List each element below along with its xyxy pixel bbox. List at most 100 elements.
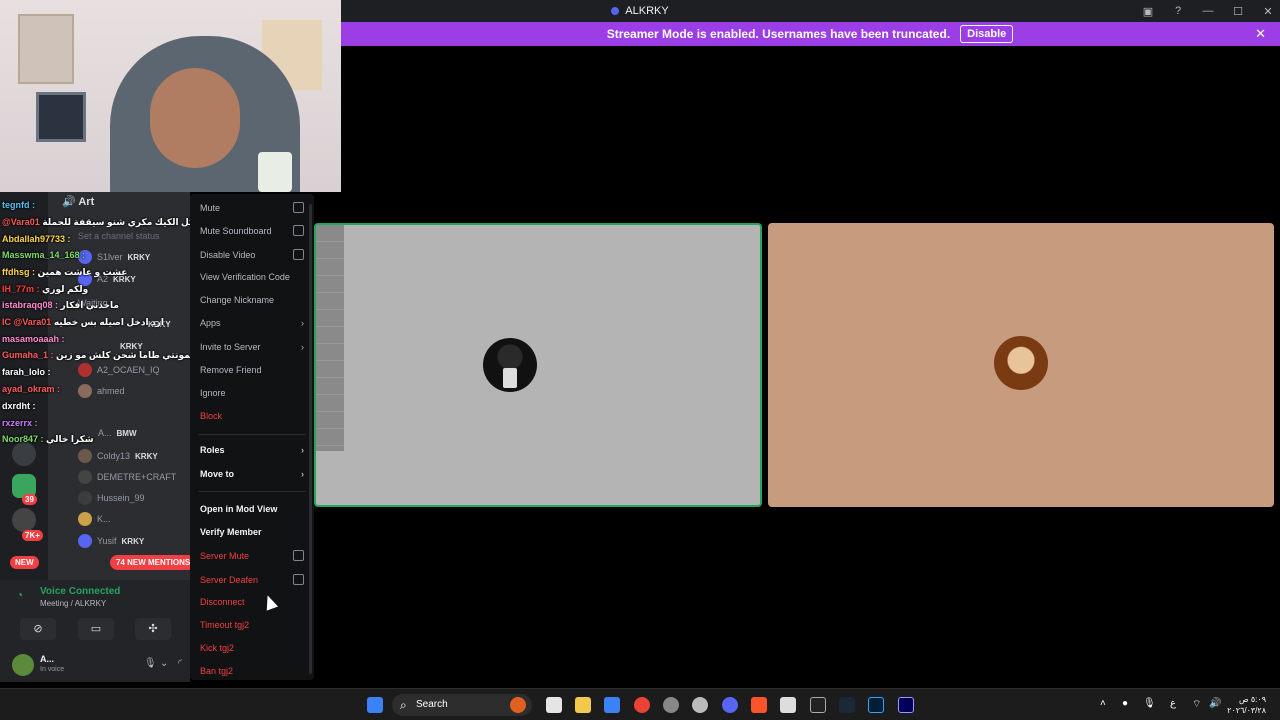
taskbar-clock[interactable]: ٥:٠٩ ص ٢٠٢٦/٠٣/٢٨	[1227, 694, 1266, 716]
menu-item-roles[interactable]: Roles ›	[200, 445, 304, 455]
screen-share-icon[interactable]: ▣	[1136, 5, 1160, 18]
menu-item-apps[interactable]: Apps ›	[200, 318, 304, 328]
avatar	[78, 491, 92, 505]
voice-location-label[interactable]: Meeting / ALKRKY	[40, 599, 106, 608]
menu-item-disconnect[interactable]: Disconnect	[200, 597, 304, 607]
disable-streamer-mode-button[interactable]: Disable	[960, 25, 1014, 43]
file-explorer-icon[interactable]	[575, 697, 591, 713]
clock-date: ٢٠٢٦/٠٣/٢٨	[1227, 706, 1266, 715]
discord-taskbar-icon[interactable]	[722, 697, 738, 713]
menu-item-block[interactable]: Block	[200, 411, 304, 421]
menu-item-verify-member[interactable]: Verify Member	[200, 527, 304, 537]
activities-button[interactable]: ✣	[135, 618, 171, 640]
app-icon[interactable]	[663, 697, 679, 713]
windows-start-icon[interactable]	[367, 697, 383, 713]
store-icon[interactable]	[604, 697, 620, 713]
member-item[interactable]: S1lver KRKY	[78, 250, 150, 264]
channel-status-placeholder[interactable]: Set a channel status	[78, 231, 160, 241]
steam-icon[interactable]	[692, 697, 708, 713]
language-indicator[interactable]: ع	[1170, 698, 1176, 709]
volume-icon[interactable]: 🔊	[1209, 698, 1221, 709]
new-pill[interactable]: NEW	[10, 556, 39, 569]
task-view-icon[interactable]	[546, 697, 562, 713]
avatar[interactable]	[12, 654, 34, 676]
chat-username: masamoaaah :	[2, 334, 65, 344]
chat-line: rxzerrx :	[2, 418, 38, 428]
checkbox[interactable]	[293, 202, 304, 213]
video-tile[interactable]	[768, 223, 1274, 507]
steam-client-icon[interactable]	[839, 697, 855, 713]
member-item[interactable]: Hussein_99	[78, 491, 145, 505]
menu-item-move-to[interactable]: Move to ›	[200, 469, 304, 479]
window-controls: ▣ ? — ☐ ✕	[1130, 0, 1280, 22]
checkbox[interactable]	[293, 249, 304, 260]
menu-separator	[198, 491, 306, 492]
server-icon[interactable]	[12, 442, 36, 466]
menu-item-mute-soundboard[interactable]: Mute Soundboard	[200, 225, 304, 236]
menu-item-label: Mute	[200, 202, 221, 213]
menu-item-open-in-mod-view[interactable]: Open in Mod View	[200, 504, 304, 514]
microphone-icon[interactable]: 🎙	[144, 658, 157, 669]
help-icon[interactable]: ?	[1166, 5, 1190, 17]
close-window-button[interactable]: ✕	[1256, 5, 1280, 18]
member-item[interactable]: Yusif KRKY	[78, 534, 144, 548]
minimize-button[interactable]: —	[1196, 5, 1220, 17]
user-status: In voice	[40, 666, 65, 673]
member-item[interactable]: Coldy13 KRKY	[78, 449, 158, 463]
new-mentions-pill[interactable]: 74 NEW MENTIONS	[110, 555, 197, 570]
capcut-icon[interactable]	[810, 697, 826, 713]
signal-icon[interactable]: ◔	[16, 588, 23, 602]
widget-icon[interactable]	[510, 697, 526, 713]
tray-app-icon[interactable]: ●	[1122, 698, 1128, 709]
member-item[interactable]: ahmed	[78, 384, 125, 398]
checkbox[interactable]	[293, 225, 304, 236]
context-menu-scrollbar[interactable]	[309, 204, 312, 674]
webcam-decor	[18, 14, 74, 84]
maximize-button[interactable]: ☐	[1226, 5, 1250, 18]
brave-icon[interactable]	[751, 697, 767, 713]
member-item[interactable]: K...	[78, 512, 111, 526]
menu-item-label: Remove Friend	[200, 365, 262, 375]
menu-item-view-verification-code[interactable]: View Verification Code	[200, 272, 304, 282]
menu-item-kick-tgj2[interactable]: Kick tgj2	[200, 643, 304, 653]
menu-item-change-nickname[interactable]: Change Nickname	[200, 295, 304, 305]
checkbox[interactable]	[293, 550, 304, 561]
camera-off-button[interactable]: ⊘	[20, 618, 56, 640]
menu-item-remove-friend[interactable]: Remove Friend	[200, 365, 304, 375]
chat-username: IH_77m :	[2, 284, 40, 294]
tray-mic-icon[interactable]: 🎙	[1143, 698, 1156, 709]
window-title: ALKRKY	[611, 5, 669, 17]
streamer-mode-text: Streamer Mode is enabled. Usernames have…	[606, 27, 951, 41]
member-item[interactable]: DEMETRE+CRAFT	[78, 470, 176, 484]
headphones-icon[interactable]: ◜	[178, 658, 182, 669]
menu-item-ignore[interactable]: Ignore	[200, 388, 304, 398]
premiere-icon[interactable]	[898, 697, 914, 713]
menu-item-disable-video[interactable]: Disable Video	[200, 249, 304, 260]
menu-item-timeout-tgj2[interactable]: Timeout tgj2	[200, 620, 304, 630]
menu-item-label: Ignore	[200, 388, 226, 398]
chrome-icon[interactable]	[634, 697, 650, 713]
menu-item-mute[interactable]: Mute	[200, 202, 304, 213]
close-banner-icon[interactable]: ✕	[1255, 26, 1266, 42]
avatar	[78, 512, 92, 526]
voice-channel-name[interactable]: 🔊 Art	[62, 195, 94, 208]
member-item[interactable]: A2_OCAEN_IQ	[78, 363, 160, 377]
tray-chevron-icon[interactable]: ˄	[1100, 698, 1106, 709]
screen-share-button[interactable]: ▭	[78, 618, 114, 640]
wifi-icon[interactable]: ⌔	[1192, 698, 1201, 711]
menu-item-ban-tgj2[interactable]: Ban tgj2	[200, 666, 304, 676]
checkbox[interactable]	[293, 574, 304, 585]
chat-username: dxrdht :	[2, 401, 36, 411]
menu-item-server-deafen[interactable]: Server Deafen	[200, 574, 304, 585]
video-tile-speaking[interactable]	[314, 223, 762, 507]
avatar	[78, 384, 92, 398]
chevron-down-icon[interactable]: ⌄	[160, 658, 168, 669]
menu-item-invite-to-server[interactable]: Invite to Server ›	[200, 342, 304, 352]
menu-item-server-mute[interactable]: Server Mute	[200, 550, 304, 561]
app-icon[interactable]	[780, 697, 796, 713]
server-icon[interactable]	[12, 508, 36, 532]
member-item[interactable]: A... BMW	[98, 428, 137, 438]
photoshop-icon[interactable]	[868, 697, 884, 713]
discord-logo-icon	[611, 7, 620, 15]
chat-line: IC @Vara01 ارد ادخل اصيله بس خطيه	[2, 317, 164, 328]
